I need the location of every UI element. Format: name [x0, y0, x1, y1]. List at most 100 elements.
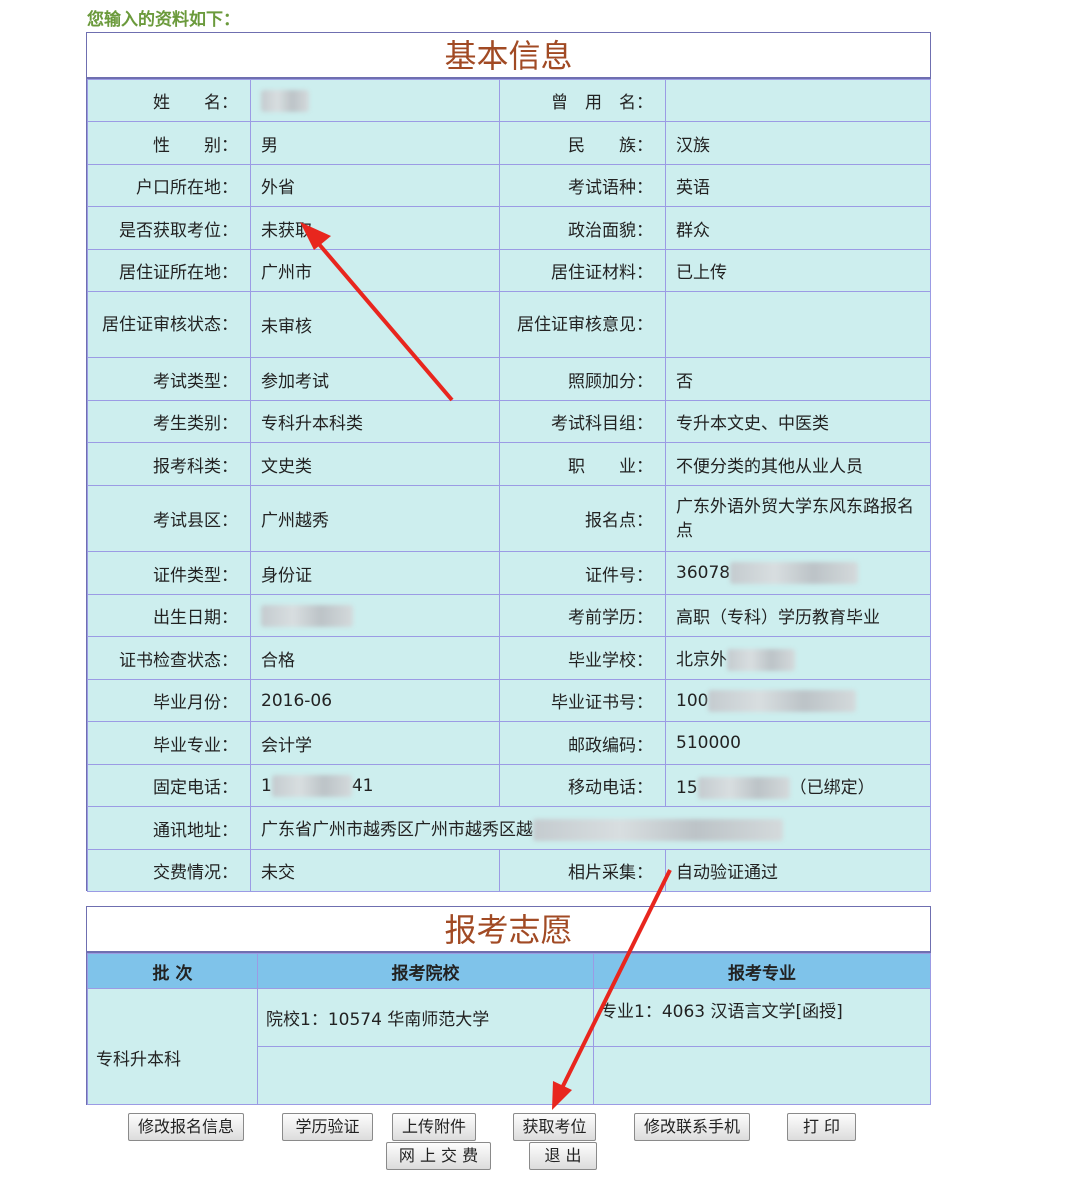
value-payment-status: 未交 [250, 849, 500, 892]
label-seat-status: 是否获取考位： [87, 206, 251, 250]
value-gender: 男 [250, 121, 500, 165]
value-graduation-month: 2016-06 [250, 679, 500, 722]
value-residence-review-opinion [665, 291, 931, 358]
label-mobile-phone: 移动电话： [499, 764, 666, 807]
label-cert-check: 证书检查状态： [87, 636, 251, 680]
label-residence-review-status: 居住证审核状态： [87, 291, 251, 358]
label-exam-district: 考试县区： [87, 485, 251, 552]
label-registration-point: 报名点： [499, 485, 666, 552]
get-seat-button[interactable]: 获取考位 [513, 1113, 596, 1141]
label-fixed-phone: 固定电话： [87, 764, 251, 807]
modify-phone-button[interactable]: 修改联系手机 [634, 1113, 750, 1141]
value-id-type: 身份证 [250, 551, 500, 595]
value-subject-type: 文史类 [250, 442, 500, 486]
row-subject-type: 报考科类： 文史类 职 业： 不便分类的其他从业人员 [87, 442, 931, 486]
wish-row-1: 专科升本科 院校1：10574 华南师范大学 专业1：4063 汉语言文学[函授… [87, 988, 931, 1105]
row-birth-date: 出生日期： 考前学历： 高职（专科）学历教育毕业 [87, 594, 931, 637]
row-payment: 交费情况： 未交 相片采集： 自动验证通过 [87, 849, 931, 892]
row-graduation-month: 毕业月份： 2016-06 毕业证书号： 100 [87, 679, 931, 722]
intro-text: 您输入的资料如下： [87, 10, 240, 30]
label-former-name: 曾 用 名： [499, 79, 666, 122]
row-id-type: 证件类型： 身份证 证件号： 36078 [87, 551, 931, 595]
label-graduate-major: 毕业专业： [87, 721, 251, 765]
value-graduate-school: 北京外 [665, 636, 931, 680]
upload-attachment-button[interactable]: 上传附件 [392, 1113, 476, 1141]
value-photo-capture: 自动验证通过 [665, 849, 931, 892]
value-residence-city: 广州市 [250, 249, 500, 292]
row-seat-status: 是否获取考位： 未获取 政治面貌： 群众 [87, 206, 931, 250]
wish-panel: 报考志愿 批 次 报考院校 报考专业 专科升本科 院校1：10574 华南师范大… [86, 906, 931, 1105]
row-gender: 性 别： 男 民 族： 汉族 [87, 121, 931, 165]
value-birth-date [250, 594, 500, 637]
value-prior-education: 高职（专科）学历教育毕业 [665, 594, 931, 637]
value-cert-check: 合格 [250, 636, 500, 680]
value-mobile-phone: 15 （已绑定） [665, 764, 931, 807]
value-exam-type: 参加考试 [250, 357, 500, 401]
print-button[interactable]: 打 印 [787, 1113, 856, 1141]
value-exam-district: 广州越秀 [250, 485, 500, 552]
value-political-status: 群众 [665, 206, 931, 250]
header-school: 报考院校 [257, 953, 594, 989]
value-occupation: 不便分类的其他从业人员 [665, 442, 931, 486]
wish-table: 批 次 报考院校 报考专业 专科升本科 院校1：10574 华南师范大学 专业1… [87, 953, 931, 1105]
label-residence-material: 居住证材料： [499, 249, 666, 292]
label-residence-review-opinion: 居住证审核意见： [499, 291, 666, 358]
basic-info-panel: 基本信息 姓 名： 曾 用 名： 性 别： 男 民 族： 汉族 户口所在地： 外… [86, 32, 931, 892]
wish-header-row: 批 次 报考院校 报考专业 [87, 953, 931, 989]
value-major-1: 专业1：4063 汉语言文学[函授] [593, 988, 931, 1047]
value-former-name [665, 79, 931, 122]
row-residence: 居住证所在地： 广州市 居住证材料： 已上传 [87, 249, 931, 292]
label-graduate-school: 毕业学校： [499, 636, 666, 680]
label-occupation: 职 业： [499, 442, 666, 486]
label-political-status: 政治面貌： [499, 206, 666, 250]
row-major: 毕业专业： 会计学 邮政编码： 510000 [87, 721, 931, 765]
value-registration-point: 广东外语外贸大学东风东路报名点 [665, 485, 931, 552]
exit-button[interactable]: 退 出 [529, 1142, 597, 1170]
value-seat-status: 未获取 [250, 206, 500, 250]
label-hukou: 户口所在地： [87, 164, 251, 207]
education-verify-button[interactable]: 学历验证 [282, 1113, 373, 1141]
value-candidate-category: 专科升本科类 [250, 400, 500, 443]
value-residence-review-status: 未审核 [250, 291, 500, 358]
label-graduation-month: 毕业月份： [87, 679, 251, 722]
row-exam-type: 考试类型： 参加考试 照顾加分： 否 [87, 357, 931, 401]
value-address: 广东省广州市越秀区广州市越秀区越 [250, 806, 931, 850]
value-major-2 [593, 1046, 931, 1105]
label-bonus-points: 照顾加分： [499, 357, 666, 401]
label-diploma-number: 毕业证书号： [499, 679, 666, 722]
pay-online-button[interactable]: 网 上 交 费 [386, 1142, 491, 1170]
header-major: 报考专业 [593, 953, 931, 989]
value-school-1: 院校1：10574 华南师范大学 [257, 988, 594, 1047]
row-phone: 固定电话： 1 41 移动电话： 15 （已绑定） [87, 764, 931, 807]
value-bonus-points: 否 [665, 357, 931, 401]
row-address: 通讯地址： 广东省广州市越秀区广州市越秀区越 [87, 806, 931, 850]
label-name: 姓 名： [87, 79, 251, 122]
value-subject-group: 专升本文史、中医类 [665, 400, 931, 443]
value-exam-language: 英语 [665, 164, 931, 207]
modify-registration-button[interactable]: 修改报名信息 [128, 1113, 244, 1141]
label-payment-status: 交费情况： [87, 849, 251, 892]
value-ethnicity: 汉族 [665, 121, 931, 165]
value-graduate-major: 会计学 [250, 721, 500, 765]
label-postal-code: 邮政编码： [499, 721, 666, 765]
value-batch: 专科升本科 [87, 988, 258, 1105]
value-id-number: 36078 [665, 551, 931, 595]
value-residence-material: 已上传 [665, 249, 931, 292]
value-school-2 [257, 1046, 594, 1105]
label-id-type: 证件类型： [87, 551, 251, 595]
header-batch: 批 次 [87, 953, 258, 989]
label-subject-type: 报考科类： [87, 442, 251, 486]
label-subject-group: 考试科目组： [499, 400, 666, 443]
row-residence-review: 居住证审核状态： 未审核 居住证审核意见： [87, 291, 931, 358]
row-exam-district: 考试县区： 广州越秀 报名点： 广东外语外贸大学东风东路报名点 [87, 485, 931, 552]
value-postal-code: 510000 [665, 721, 931, 765]
label-address: 通讯地址： [87, 806, 251, 850]
label-ethnicity: 民 族： [499, 121, 666, 165]
row-candidate-category: 考生类别： 专科升本科类 考试科目组： 专升本文史、中医类 [87, 400, 931, 443]
row-hukou: 户口所在地： 外省 考试语种： 英语 [87, 164, 931, 207]
value-hukou: 外省 [250, 164, 500, 207]
label-candidate-category: 考生类别： [87, 400, 251, 443]
row-cert-check: 证书检查状态： 合格 毕业学校： 北京外 [87, 636, 931, 680]
label-prior-education: 考前学历： [499, 594, 666, 637]
basic-info-title: 基本信息 [87, 33, 930, 79]
